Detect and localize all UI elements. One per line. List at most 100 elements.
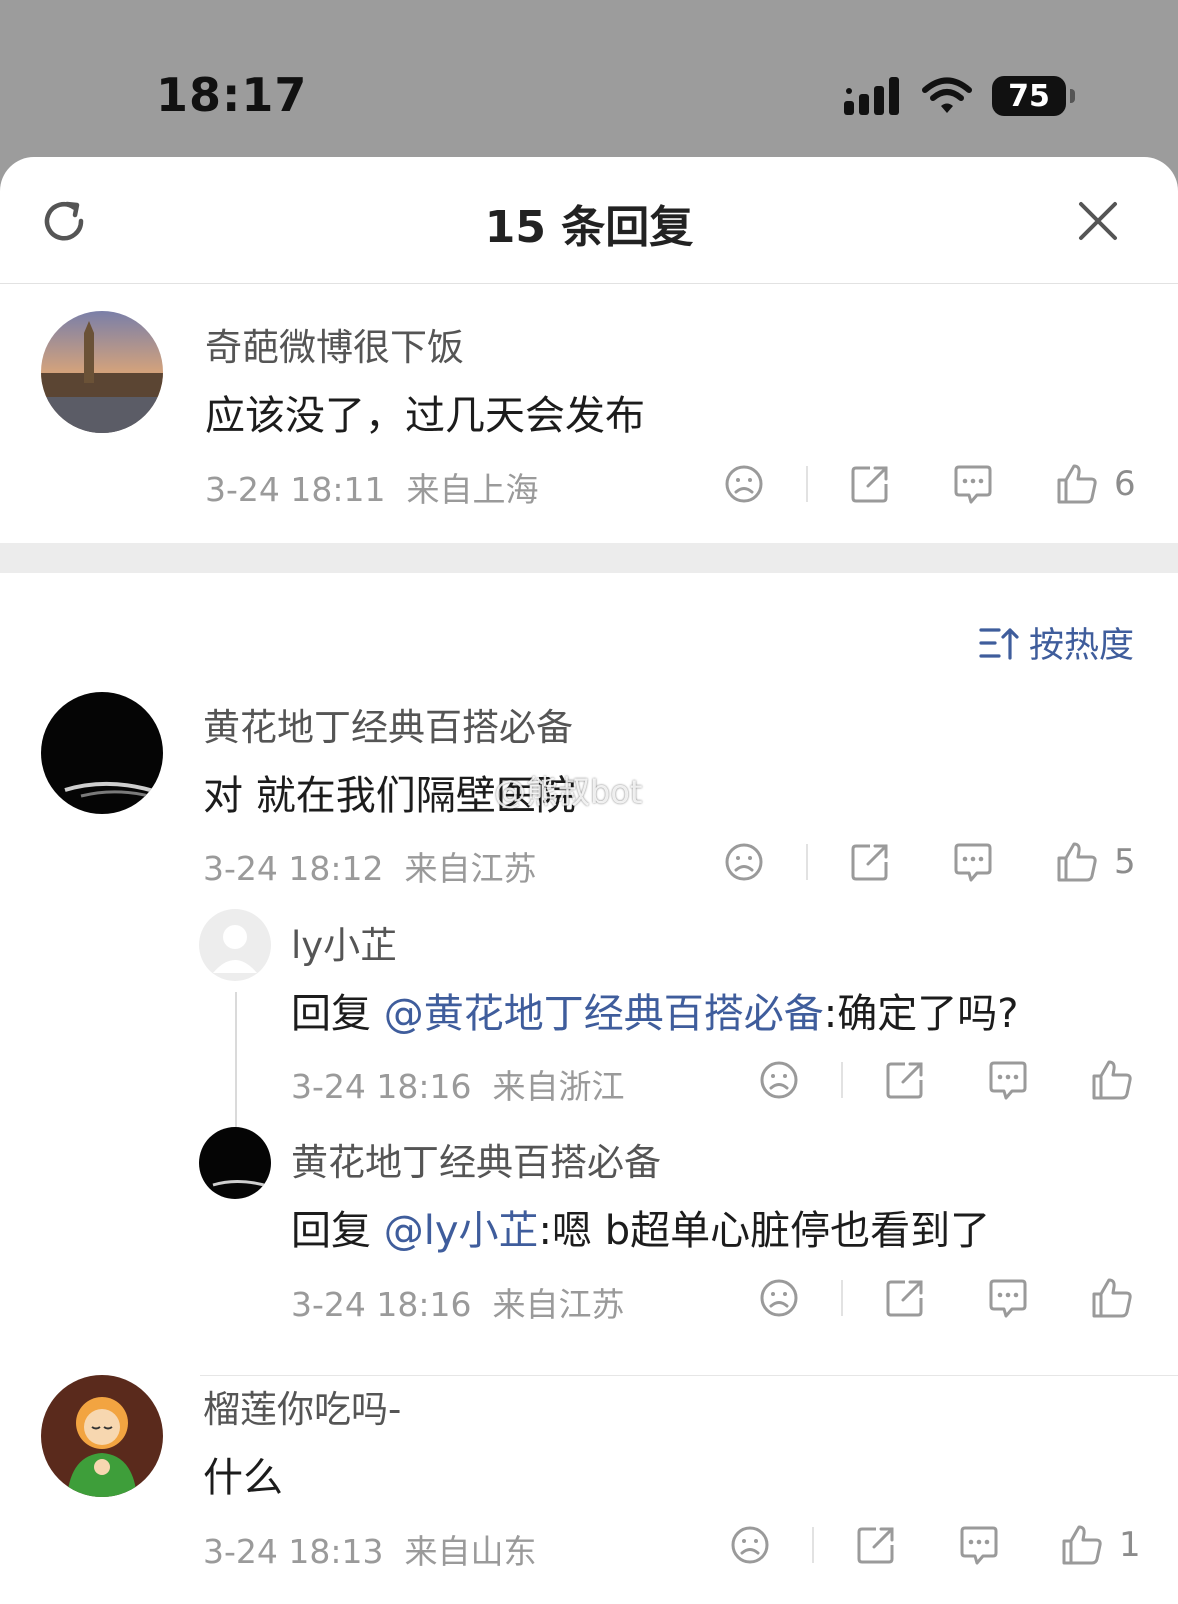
comment-icon (989, 1279, 1027, 1318)
comment-icon (989, 1061, 1027, 1100)
share-button[interactable] (854, 1523, 898, 1567)
cellular-signal-icon (844, 77, 899, 115)
like-button[interactable] (1090, 1058, 1134, 1102)
mention-link[interactable]: @黄花地丁经典百搭必备 (384, 991, 824, 1037)
dislike-icon (725, 843, 763, 881)
close-icon[interactable] (1076, 199, 1120, 243)
battery-level: 75 (1008, 78, 1050, 114)
comment-time: 3-24 18:16 (291, 1067, 472, 1106)
commenter-name[interactable]: ly小芷 (291, 915, 397, 969)
comment-location: 来自山东 (404, 1532, 537, 1571)
comment-meta: 3-24 18:12 来自江苏 (203, 842, 536, 890)
comment-icon (954, 843, 992, 882)
share-button[interactable] (883, 1058, 927, 1102)
avatar[interactable] (199, 909, 271, 981)
comment-time: 3-24 18:12 (203, 849, 384, 888)
like-count: 5 (1114, 842, 1136, 882)
reply-prefix: 回复 (291, 1208, 384, 1254)
reply-body: :嗯 b超单心脏停也看到了 (538, 1208, 991, 1254)
dislike-icon (731, 1526, 769, 1564)
status-time: 18:17 (156, 68, 308, 122)
avatar[interactable] (41, 1375, 163, 1497)
sheet-header: 15 条回复 (0, 157, 1178, 284)
comment-location: 来自浙江 (492, 1067, 625, 1106)
comment-icon (960, 1526, 998, 1565)
comment-time: 3-24 18:16 (291, 1285, 472, 1324)
reply-button[interactable] (986, 1276, 1030, 1320)
reply-button[interactable] (986, 1058, 1030, 1102)
share-button[interactable] (883, 1276, 927, 1320)
watermark: @熊叔bot (494, 773, 643, 811)
status-icons: 75 (844, 74, 1075, 118)
reply-button[interactable] (957, 1523, 1001, 1567)
reply-prefix: 回复 (291, 991, 384, 1037)
wifi-icon (922, 77, 972, 113)
thumbs-up-icon (1062, 1525, 1102, 1565)
like-button[interactable] (1055, 840, 1099, 884)
comment-location: 来自上海 (406, 470, 539, 509)
comment-icon (954, 465, 992, 504)
battery-icon: 75 (992, 76, 1075, 116)
thumbs-up-icon (1057, 464, 1097, 504)
dislike-button[interactable] (728, 1523, 772, 1567)
like-button[interactable] (1060, 1523, 1104, 1567)
sort-label: 按热度 (1028, 626, 1134, 666)
dislike-button[interactable] (722, 462, 766, 506)
reply-body: :确定了吗? (823, 991, 1019, 1037)
dislike-icon (725, 465, 763, 503)
like-button[interactable] (1090, 1276, 1134, 1320)
commenter-name[interactable]: 黄花地丁经典百搭必备 (203, 697, 573, 751)
comment-meta: 3-24 18:16 来自浙江 (291, 1060, 624, 1108)
share-icon (886, 1280, 923, 1317)
section-separator (0, 543, 1178, 573)
thumbs-up-icon (1092, 1278, 1132, 1318)
divider (806, 466, 808, 502)
thumbs-up-icon (1092, 1060, 1132, 1100)
avatar[interactable] (41, 311, 163, 433)
comment-location: 来自江苏 (404, 849, 537, 888)
comment-time: 3-24 18:13 (203, 1532, 384, 1571)
like-count: 1 (1119, 1525, 1141, 1565)
commenter-name[interactable]: 奇葩微博很下饭 (205, 317, 464, 371)
divider (841, 1280, 843, 1316)
comment-meta: 3-24 18:16 来自江苏 (291, 1278, 624, 1326)
reply-text: 回复 @黄花地丁经典百搭必备:确定了吗? (291, 981, 1018, 1039)
share-icon (857, 1527, 894, 1564)
sheet-title: 15 条回复 (484, 202, 694, 253)
avatar[interactable] (199, 1127, 271, 1199)
thumbs-up-icon (1057, 842, 1097, 882)
comment-text: 应该没了，过几天会发布 (205, 393, 645, 439)
commenter-name[interactable]: 黄花地丁经典百搭必备 (291, 1132, 661, 1186)
comment-meta: 3-24 18:11 来自上海 (205, 463, 538, 511)
share-icon (851, 466, 888, 503)
comment-meta: 3-24 18:13 来自山东 (203, 1525, 536, 1573)
dislike-button[interactable] (757, 1276, 801, 1320)
dislike-button[interactable] (722, 840, 766, 884)
divider (806, 844, 808, 880)
reply-button[interactable] (951, 462, 995, 506)
dislike-icon (760, 1061, 798, 1099)
like-button[interactable] (1055, 462, 1099, 506)
mention-link[interactable]: @ly小芷 (384, 1208, 539, 1254)
thread-line (235, 992, 237, 1142)
reply-button[interactable] (951, 840, 995, 884)
sort-button[interactable]: 按热度 (979, 617, 1134, 668)
reply-text: 回复 @ly小芷:嗯 b超单心脏停也看到了 (291, 1198, 990, 1256)
comment-text: 什么 (203, 1455, 283, 1501)
share-button[interactable] (848, 462, 892, 506)
avatar[interactable] (41, 692, 163, 814)
divider (841, 1062, 843, 1098)
comment-time: 3-24 18:11 (205, 470, 386, 509)
dislike-button[interactable] (757, 1058, 801, 1102)
share-icon (886, 1062, 923, 1099)
dislike-icon (760, 1279, 798, 1317)
replies-sheet: 15 条回复 奇葩微博很下饭 应该没了，过几天会发布 3-24 18:11 来自… (0, 157, 1178, 1604)
share-icon (851, 844, 888, 881)
commenter-name[interactable]: 榴莲你吃吗- (203, 1379, 401, 1433)
share-button[interactable] (848, 840, 892, 884)
comment-divider (200, 1375, 1178, 1376)
sort-icon (979, 627, 1019, 660)
like-count: 6 (1114, 464, 1136, 504)
comment-location: 来自江苏 (492, 1285, 625, 1324)
divider (812, 1527, 814, 1563)
